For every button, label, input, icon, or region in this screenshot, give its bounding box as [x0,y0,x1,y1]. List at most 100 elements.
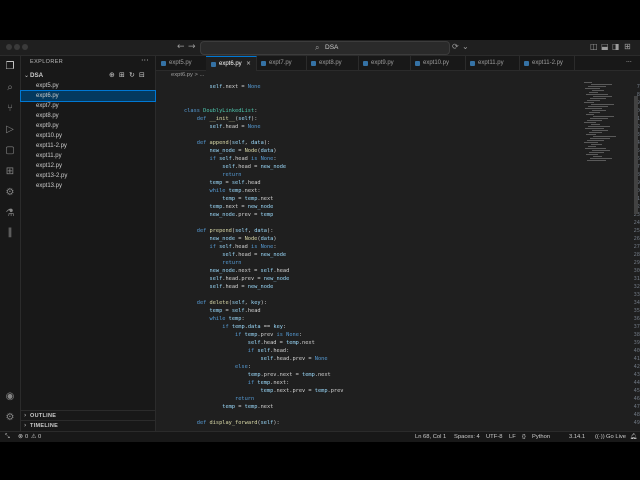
code-line[interactable]: temp = temp.next [184,195,604,203]
file-item[interactable]: expt13-2.py [21,171,155,181]
extensions-icon[interactable]: ⊞ [3,165,17,179]
code-line[interactable]: temp.prev.next = temp.next [184,371,604,379]
chevron-down-icon[interactable]: ⌄ [462,41,469,53]
folder-dsa[interactable]: ⌄ DSA ⊕ ⊞ ↻ ⊟ [21,70,155,81]
code-line[interactable]: self.head = new_node [184,283,604,291]
code-line[interactable]: if self.head is None: [184,155,604,163]
code-line[interactable]: new_node.next = self.head [184,267,604,275]
file-item[interactable]: expt13.py [21,181,155,191]
code-line[interactable]: temp.next = new_node [184,203,604,211]
code-line[interactable]: temp.next.prev = temp.prev [184,387,604,395]
code-line[interactable]: while temp.next: [184,187,604,195]
maximize-window-button[interactable] [22,44,28,50]
more-tabs-icon[interactable]: ··· [626,56,632,70]
indentation[interactable]: Spaces: 4 [454,432,480,442]
file-item[interactable]: expt6.py [20,90,156,102]
file-item[interactable]: expt10.py [21,131,155,141]
collapse-all-icon[interactable]: ⊟ [139,70,145,81]
run-icon[interactable]: ⚙ [3,186,17,200]
code-editor[interactable]: 7 self.next = None8910class DoublyLinked… [156,80,640,431]
file-item[interactable]: expt7.py [21,101,155,111]
code-line[interactable]: temp = self.head [184,307,604,315]
code-line[interactable]: if temp.next: [184,379,604,387]
code-line[interactable]: if temp.prev is None: [184,331,604,339]
close-window-button[interactable] [6,44,12,50]
account-icon[interactable]: ◉ [3,390,17,404]
new-file-icon[interactable]: ⊕ [109,70,115,81]
warning-icon[interactable]: ⚠ [31,432,36,442]
pause-icon[interactable]: ‖ [3,226,17,240]
encoding[interactable]: UTF-8 [486,432,502,442]
code-line[interactable]: new_node.prev = temp [184,211,604,219]
source-control-icon[interactable]: ⑂ [3,102,17,116]
gear-icon[interactable]: ⚙ [3,411,17,425]
run-debug-icon[interactable]: ▷ [3,123,17,137]
more-actions-icon[interactable]: ··· [141,56,149,65]
tab-expt8[interactable]: expt8.py [306,56,359,70]
code-line[interactable]: return [184,171,604,179]
code-line[interactable]: if temp.data == key: [184,323,604,331]
minimize-window-button[interactable] [14,44,20,50]
minimap[interactable] [584,80,630,170]
code-line[interactable]: self.head = None [184,123,604,131]
customize-layout-icon[interactable]: ⊞ [624,41,631,53]
file-item[interactable]: expt5.py [21,81,155,91]
file-item[interactable]: expt8.py [21,111,155,121]
code-line[interactable]: def display_forward(self): [184,419,604,427]
bell-icon[interactable]: 🔔︎ [630,432,637,442]
code-line[interactable]: def delete(self, key): [184,299,604,307]
code-line[interactable]: if self.head: [184,347,604,355]
close-tab-icon[interactable]: × [246,57,251,71]
error-icon[interactable]: ⊗ [18,432,23,442]
code-line[interactable]: temp = temp.next [184,403,604,411]
code-line[interactable]: def __init__(self): [184,115,604,123]
code-line[interactable]: while temp: [184,315,604,323]
toggle-sidebar-icon[interactable]: ◫ [590,41,598,53]
file-item[interactable]: expt12.py [21,161,155,171]
file-item[interactable]: expt11-2.py [21,141,155,151]
code-line[interactable]: class DoublyLinkedList: [184,107,604,115]
code-line[interactable]: return [184,395,604,403]
tab-expt7[interactable]: expt7.py [256,56,307,70]
language-mode[interactable]: Python [532,432,550,442]
code-line[interactable]: self.head = new_node [184,251,604,259]
copilot-icon[interactable]: ⟳ [452,41,459,53]
toggle-panel-icon[interactable]: ⬓ [601,41,609,53]
go-live-button[interactable]: Go Live [606,432,626,442]
forward-arrow-icon[interactable]: → [188,41,196,53]
file-item[interactable]: expt11.py [21,151,155,161]
tab-expt5[interactable]: expt5.py [156,56,207,70]
code-line[interactable]: self.head.prev = None [184,355,604,363]
code-line[interactable]: self.next = None [184,83,604,91]
broadcast-icon[interactable]: ((·)) [595,432,605,442]
tab-expt11-2[interactable]: expt11-2.py [519,56,575,70]
refresh-icon[interactable]: ↻ [129,70,135,81]
explorer-icon[interactable]: ❐ [3,60,17,74]
back-arrow-icon[interactable]: ← [177,41,185,53]
code-line[interactable]: return [184,259,604,267]
code-line[interactable]: self.head = temp.next [184,339,604,347]
editor-scrollbar[interactable] [634,96,638,214]
end-of-line[interactable]: LF [509,432,516,442]
breadcrumb[interactable]: expt6.py > ... [156,71,640,80]
code-line[interactable]: new_node = Node(data) [184,235,604,243]
error-count[interactable]: 0 [25,432,28,442]
tab-expt6[interactable]: expt6.py × [206,56,257,71]
code-line[interactable]: new_node = Node(data) [184,147,604,155]
tab-expt11[interactable]: expt11.py [465,56,520,70]
command-center-search[interactable]: ⌕ DSA [200,41,450,55]
testing-icon[interactable]: ⚗ [3,207,17,221]
warning-count[interactable]: 0 [38,432,41,442]
code-line[interactable]: if self.head is None: [184,243,604,251]
toggle-secondary-sidebar-icon[interactable]: ◨ [612,41,620,53]
code-line[interactable]: def prepend(self, data): [184,227,604,235]
python-version[interactable]: 3.14.1 [569,432,585,442]
timeline-section[interactable]: › TIMELINE [21,420,155,431]
code-line[interactable]: def append(self, data): [184,139,604,147]
braces-icon[interactable]: {} [522,432,526,442]
code-line[interactable]: self.head.prev = new_node [184,275,604,283]
file-item[interactable]: expt9.py [21,121,155,131]
remote-explorer-icon[interactable]: ▢ [3,144,17,158]
tab-expt9[interactable]: expt9.py [358,56,411,70]
cursor-position[interactable]: Ln 68, Col 1 [415,432,446,442]
